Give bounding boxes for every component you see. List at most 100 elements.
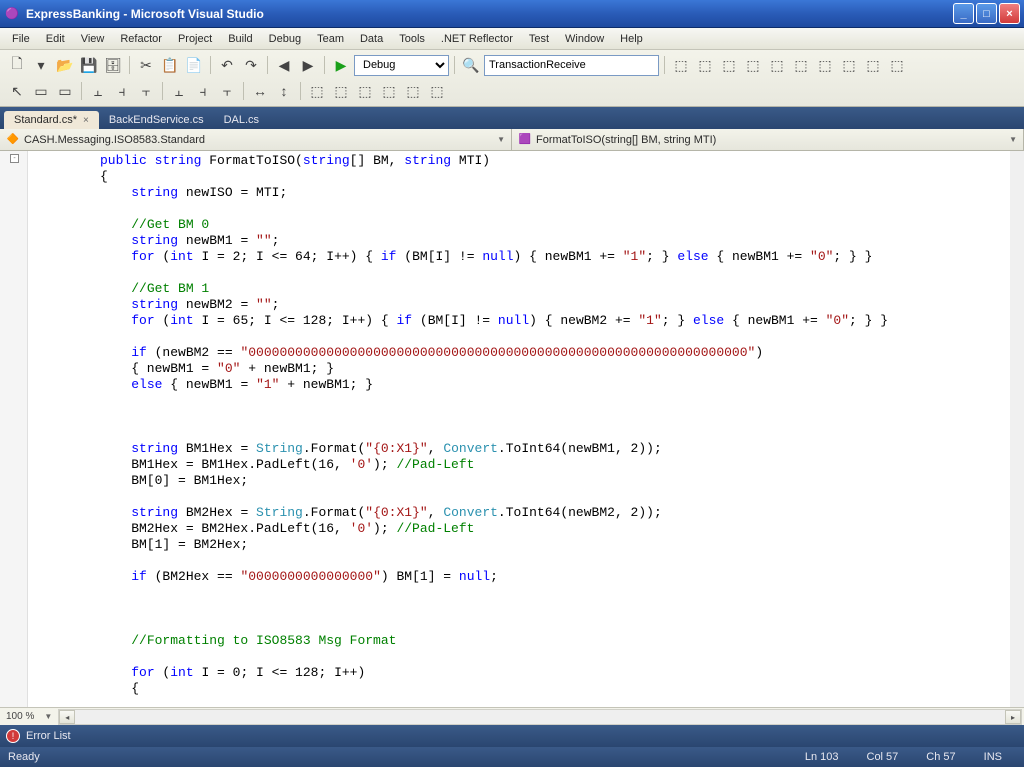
tab-standard[interactable]: Standard.cs* × (4, 111, 99, 129)
menu-data[interactable]: Data (352, 30, 391, 48)
chevron-down-icon: ▼ (497, 135, 505, 144)
align-bottom-button[interactable]: ⫟ (216, 80, 238, 102)
tool-button[interactable]: ⬚ (330, 80, 352, 102)
menu-debug[interactable]: Debug (261, 30, 309, 48)
layout-button[interactable]: ▭ (54, 80, 76, 102)
separator (664, 56, 665, 74)
status-ch: Ch 57 (912, 751, 969, 763)
maximize-button[interactable]: □ (976, 3, 997, 24)
menu-tools[interactable]: Tools (391, 30, 433, 48)
zoom-level[interactable]: 100 % (0, 711, 40, 722)
align-right-button[interactable]: ⫟ (135, 80, 157, 102)
zoom-dropdown-icon[interactable]: ▼ (40, 712, 56, 721)
menu-test[interactable]: Test (521, 30, 557, 48)
member-dropdown[interactable]: 🟪 FormatToISO(string[] BM, string MTI) ▼ (512, 129, 1024, 150)
pointer-button[interactable]: ↖ (6, 80, 28, 102)
tool-button[interactable]: ⬚ (426, 80, 448, 102)
nav-back-button[interactable]: ◀ (273, 54, 295, 76)
tool-button[interactable]: ⬚ (670, 54, 692, 76)
align-center-button[interactable]: ⫞ (111, 80, 133, 102)
vertical-scrollbar[interactable] (1010, 151, 1024, 707)
start-debug-button[interactable]: ▶ (330, 54, 352, 76)
scroll-left-icon[interactable]: ◂ (59, 710, 75, 724)
tool-button[interactable]: ⬚ (838, 54, 860, 76)
minimize-button[interactable]: _ (953, 3, 974, 24)
find-button[interactable]: 🔍 (460, 54, 482, 76)
tool-button[interactable]: ⬚ (402, 80, 424, 102)
status-ready: Ready (8, 751, 40, 763)
editor-area: - public string FormatToISO(string[] BM,… (0, 151, 1024, 707)
horizontal-scrollbar[interactable]: ◂ ▸ (58, 709, 1022, 725)
tool-button[interactable]: ⬚ (814, 54, 836, 76)
nav-fwd-button[interactable]: ▶ (297, 54, 319, 76)
save-button[interactable]: 💾 (78, 54, 100, 76)
error-list-bar[interactable]: ! Error List (0, 725, 1024, 747)
align-top-button[interactable]: ⫠ (168, 80, 190, 102)
method-icon: 🟪 (518, 133, 532, 147)
document-tabs: Standard.cs* × BackEndService.cs DAL.cs (0, 107, 1024, 129)
code-editor[interactable]: public string FormatToISO(string[] BM, s… (28, 151, 1024, 707)
tool-button[interactable]: ⬚ (742, 54, 764, 76)
menu-file[interactable]: File (4, 30, 38, 48)
status-ins: INS (970, 751, 1016, 763)
status-bar: Ready Ln 103 Col 57 Ch 57 INS (0, 747, 1024, 767)
tab-backendservice[interactable]: BackEndService.cs (99, 111, 214, 129)
tool-button[interactable]: ⬚ (886, 54, 908, 76)
menu-bar: File Edit View Refactor Project Build De… (0, 28, 1024, 50)
tab-dal[interactable]: DAL.cs (214, 111, 269, 129)
redo-button[interactable]: ↷ (240, 54, 262, 76)
tab-label: BackEndService.cs (109, 114, 204, 126)
scroll-right-icon[interactable]: ▸ (1005, 710, 1021, 724)
open-button[interactable]: 📂 (54, 54, 76, 76)
collapse-icon[interactable]: - (10, 154, 19, 163)
align-left-button[interactable]: ⫠ (87, 80, 109, 102)
window-title: ExpressBanking - Microsoft Visual Studio (26, 7, 951, 21)
menu-window[interactable]: Window (557, 30, 612, 48)
tool-button[interactable]: ⬚ (354, 80, 376, 102)
toolbar-area: 🗋 ▾ 📂 💾 🗄 ✂ 📋 📄 ↶ ↷ ◀ ▶ ▶ Debug 🔍 ⬚ ⬚ ⬚ … (0, 50, 1024, 107)
menu-refactor[interactable]: Refactor (112, 30, 170, 48)
align-middle-button[interactable]: ⫞ (192, 80, 214, 102)
close-button[interactable]: × (999, 3, 1020, 24)
tool-button[interactable]: ⬚ (378, 80, 400, 102)
menu-project[interactable]: Project (170, 30, 220, 48)
tool-button[interactable]: ⬚ (766, 54, 788, 76)
new-project-button[interactable]: 🗋 (6, 54, 28, 76)
class-dropdown[interactable]: 🔶 CASH.Messaging.ISO8583.Standard ▼ (0, 129, 512, 150)
nav-dropdowns: 🔶 CASH.Messaging.ISO8583.Standard ▼ 🟪 Fo… (0, 129, 1024, 151)
tool-button[interactable]: ⬚ (306, 80, 328, 102)
layout-button[interactable]: ▭ (30, 80, 52, 102)
menu-edit[interactable]: Edit (38, 30, 73, 48)
menu-build[interactable]: Build (220, 30, 260, 48)
separator (162, 82, 163, 100)
separator (300, 82, 301, 100)
class-icon: 🔶 (6, 133, 20, 147)
copy-button[interactable]: 📋 (159, 54, 181, 76)
editor-footer: 100 % ▼ ◂ ▸ (0, 707, 1024, 725)
menu-view[interactable]: View (73, 30, 113, 48)
tab-label: Standard.cs* (14, 114, 77, 126)
chevron-down-icon: ▼ (1009, 135, 1017, 144)
menu-netreflector[interactable]: .NET Reflector (433, 30, 521, 48)
tool-button[interactable]: ⬚ (694, 54, 716, 76)
toolbar-row-1: 🗋 ▾ 📂 💾 🗄 ✂ 📋 📄 ↶ ↷ ◀ ▶ ▶ Debug 🔍 ⬚ ⬚ ⬚ … (2, 52, 1022, 78)
outline-gutter[interactable]: - (0, 151, 28, 707)
close-tab-icon[interactable]: × (83, 115, 89, 126)
spacing-button[interactable]: ↕ (273, 80, 295, 102)
tool-button[interactable]: ⬚ (718, 54, 740, 76)
class-label: CASH.Messaging.ISO8583.Standard (24, 134, 205, 146)
menu-help[interactable]: Help (612, 30, 651, 48)
menu-team[interactable]: Team (309, 30, 352, 48)
add-item-button[interactable]: ▾ (30, 54, 52, 76)
search-input[interactable] (484, 55, 659, 76)
paste-button[interactable]: 📄 (183, 54, 205, 76)
spacing-button[interactable]: ↔ (249, 80, 271, 102)
undo-button[interactable]: ↶ (216, 54, 238, 76)
status-line: Ln 103 (791, 751, 853, 763)
tool-button[interactable]: ⬚ (862, 54, 884, 76)
tab-label: DAL.cs (224, 114, 259, 126)
tool-button[interactable]: ⬚ (790, 54, 812, 76)
save-all-button[interactable]: 🗄 (102, 54, 124, 76)
config-dropdown[interactable]: Debug (354, 55, 449, 76)
cut-button[interactable]: ✂ (135, 54, 157, 76)
